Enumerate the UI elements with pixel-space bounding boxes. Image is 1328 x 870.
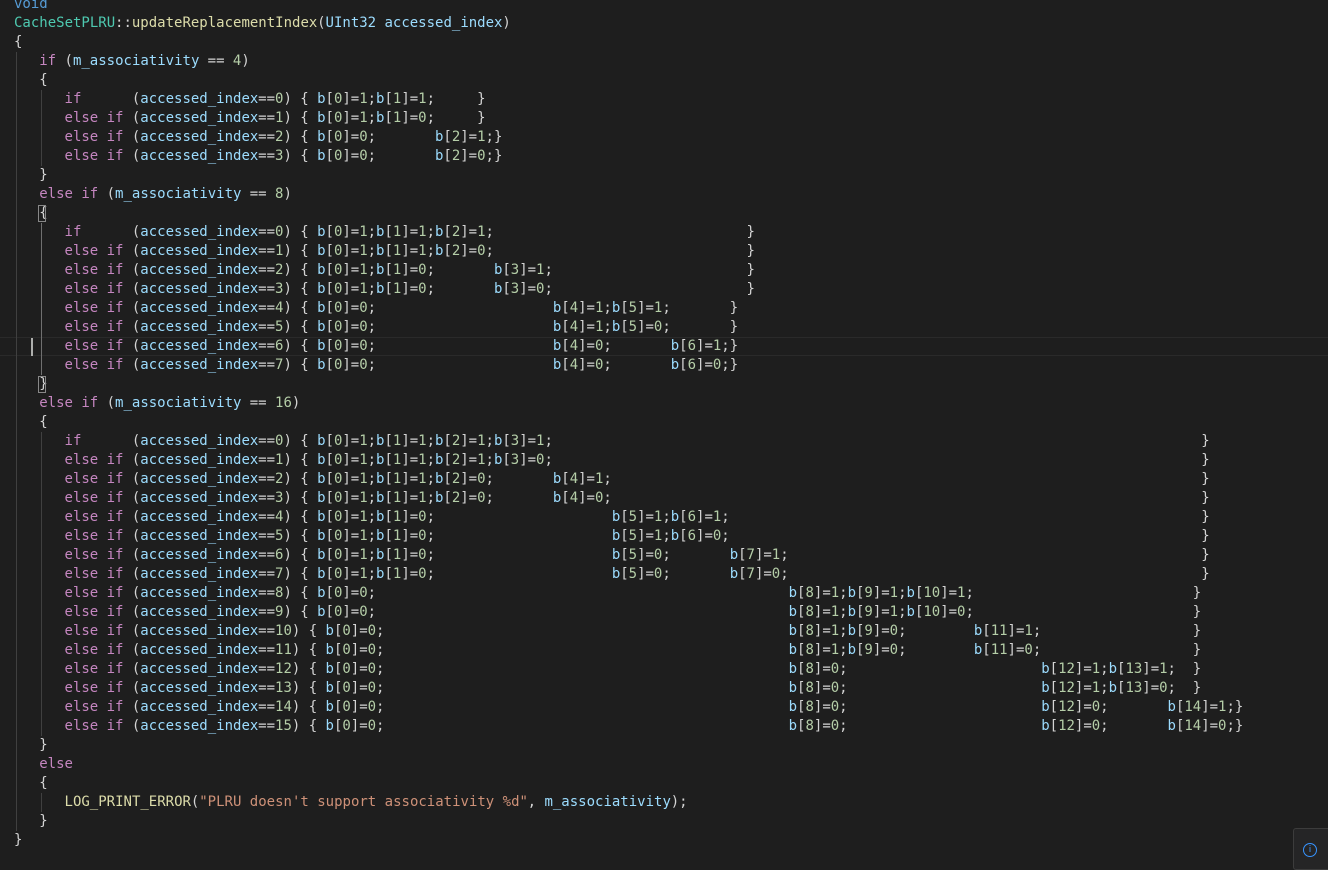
code-line[interactable]: else if(accessed_index == 13){b[0] = 0; b[8] = 0… — [0, 679, 1328, 698]
indent-guide — [41, 432, 43, 736]
code-line[interactable]: else if(accessed_index == 2){b[0] = 1; b[1] = 0;… — [0, 261, 1328, 280]
code-line[interactable]: if(accessed_index == 0){b[0] = 1; b[1] = 1; b[2]… — [0, 432, 1328, 451]
code-line[interactable]: if(m_associativity == 4) — [0, 52, 1328, 71]
code-line[interactable]: else if(accessed_index == 10){b[0] = 0; b[8] = 1… — [0, 622, 1328, 641]
notification-toast[interactable]: i — [1293, 828, 1328, 870]
code-line[interactable]: else if(accessed_index == 15){b[0] = 0; b[8] = 0… — [0, 717, 1328, 736]
code-line[interactable]: else if(accessed_index == 3){b[0] = 1; b[1] = 1;… — [0, 489, 1328, 508]
code-line[interactable]: else if(accessed_index == 7){b[0] = 1; b[1] = 0;… — [0, 565, 1328, 584]
code-line[interactable]: else if(accessed_index == 1){b[0] = 1; b[1] = 1;… — [0, 242, 1328, 261]
code-line[interactable]: } — [0, 831, 1328, 850]
code-editor[interactable]: void CacheSetPLRU:: updateReplacementIndex… — [0, 0, 1328, 855]
bracket-match-highlight — [38, 205, 47, 222]
code-line[interactable]: else if(accessed_index == 6){b[0] = 0; b[4] = 0;… — [0, 337, 1328, 356]
indent-guide — [41, 223, 43, 375]
code-line[interactable]: else if(accessed_index == 3){b[0] = 0; b[2] = 0;… — [0, 147, 1328, 166]
indent-guide — [41, 90, 43, 166]
code-line[interactable]: } — [0, 812, 1328, 831]
code-line[interactable]: else if(accessed_index == 5){b[0] = 0; b[4] = 1;… — [0, 318, 1328, 337]
code-line[interactable]: { — [0, 204, 1328, 223]
code-line[interactable]: else if(accessed_index == 5){b[0] = 1; b[1] = 0;… — [0, 527, 1328, 546]
code-line[interactable]: } — [0, 375, 1328, 394]
code-line[interactable]: } — [0, 736, 1328, 755]
indent-guide — [16, 52, 17, 831]
code-line[interactable]: { — [0, 774, 1328, 793]
code-line[interactable]: { — [0, 71, 1328, 90]
code-line[interactable]: { — [0, 33, 1328, 52]
code-line[interactable]: else if(accessed_index == 1){b[0] = 1; b[1] = 0;… — [0, 109, 1328, 128]
code-line[interactable]: CacheSetPLRU:: updateReplacementIndex(UIn… — [0, 14, 1328, 33]
code-line[interactable]: else if(accessed_index == 7){b[0] = 0; b[4] = 0;… — [0, 356, 1328, 375]
code-line[interactable]: LOG_PRINT_ERROR("PLRU doesn't support as… — [0, 793, 1328, 812]
code-line[interactable]: else if(accessed_index == 14){b[0] = 0; b[8] = 0… — [0, 698, 1328, 717]
info-icon: i — [1303, 843, 1317, 857]
code-line[interactable]: else if(m_associativity == 16) — [0, 394, 1328, 413]
code-line[interactable]: else if(accessed_index == 4){b[0] = 1; b[1] = 0;… — [0, 508, 1328, 527]
code-line[interactable]: else if(accessed_index == 2){b[0] = 0; b[2] = 1;… — [0, 128, 1328, 147]
code-line[interactable]: else if(accessed_index == 11){b[0] = 0; b[8] = 1… — [0, 641, 1328, 660]
code-line[interactable]: else if(accessed_index == 4){b[0] = 0; b[4] = 1;… — [0, 299, 1328, 318]
bracket-match-highlight — [38, 376, 47, 393]
code-line[interactable]: else if(m_associativity == 8) — [0, 185, 1328, 204]
code-line[interactable]: { — [0, 413, 1328, 432]
code-line[interactable]: } — [0, 166, 1328, 185]
code-line[interactable]: else if(accessed_index == 12){b[0] = 0; b[8] = 0… — [0, 660, 1328, 679]
code-line[interactable]: else — [0, 755, 1328, 774]
code-line[interactable]: else if(accessed_index == 9){b[0] = 0; b[8] = 1;… — [0, 603, 1328, 622]
code-line[interactable]: if(accessed_index == 0){b[0] = 1; b[1] = 1;} — [0, 90, 1328, 109]
code-line[interactable]: else if(accessed_index == 2){b[0] = 1; b[1] = 1;… — [0, 470, 1328, 489]
code-line[interactable]: if(accessed_index == 0){b[0] = 1; b[1] = 1; b[2]… — [0, 223, 1328, 242]
code-line[interactable]: else if(accessed_index == 3){b[0] = 1; b[1] = 0;… — [0, 280, 1328, 299]
code-line[interactable]: void — [0, 0, 1328, 14]
code-line[interactable]: else if(accessed_index == 1){b[0] = 1; b[1] = 1;… — [0, 451, 1328, 470]
indent-guide — [41, 793, 43, 812]
code-line[interactable]: else if(accessed_index == 6){b[0] = 1; b[1] = 0;… — [0, 546, 1328, 565]
code-line[interactable]: else if(accessed_index == 8){b[0] = 0; b[8] = 1;… — [0, 584, 1328, 603]
text-cursor — [30, 338, 33, 356]
